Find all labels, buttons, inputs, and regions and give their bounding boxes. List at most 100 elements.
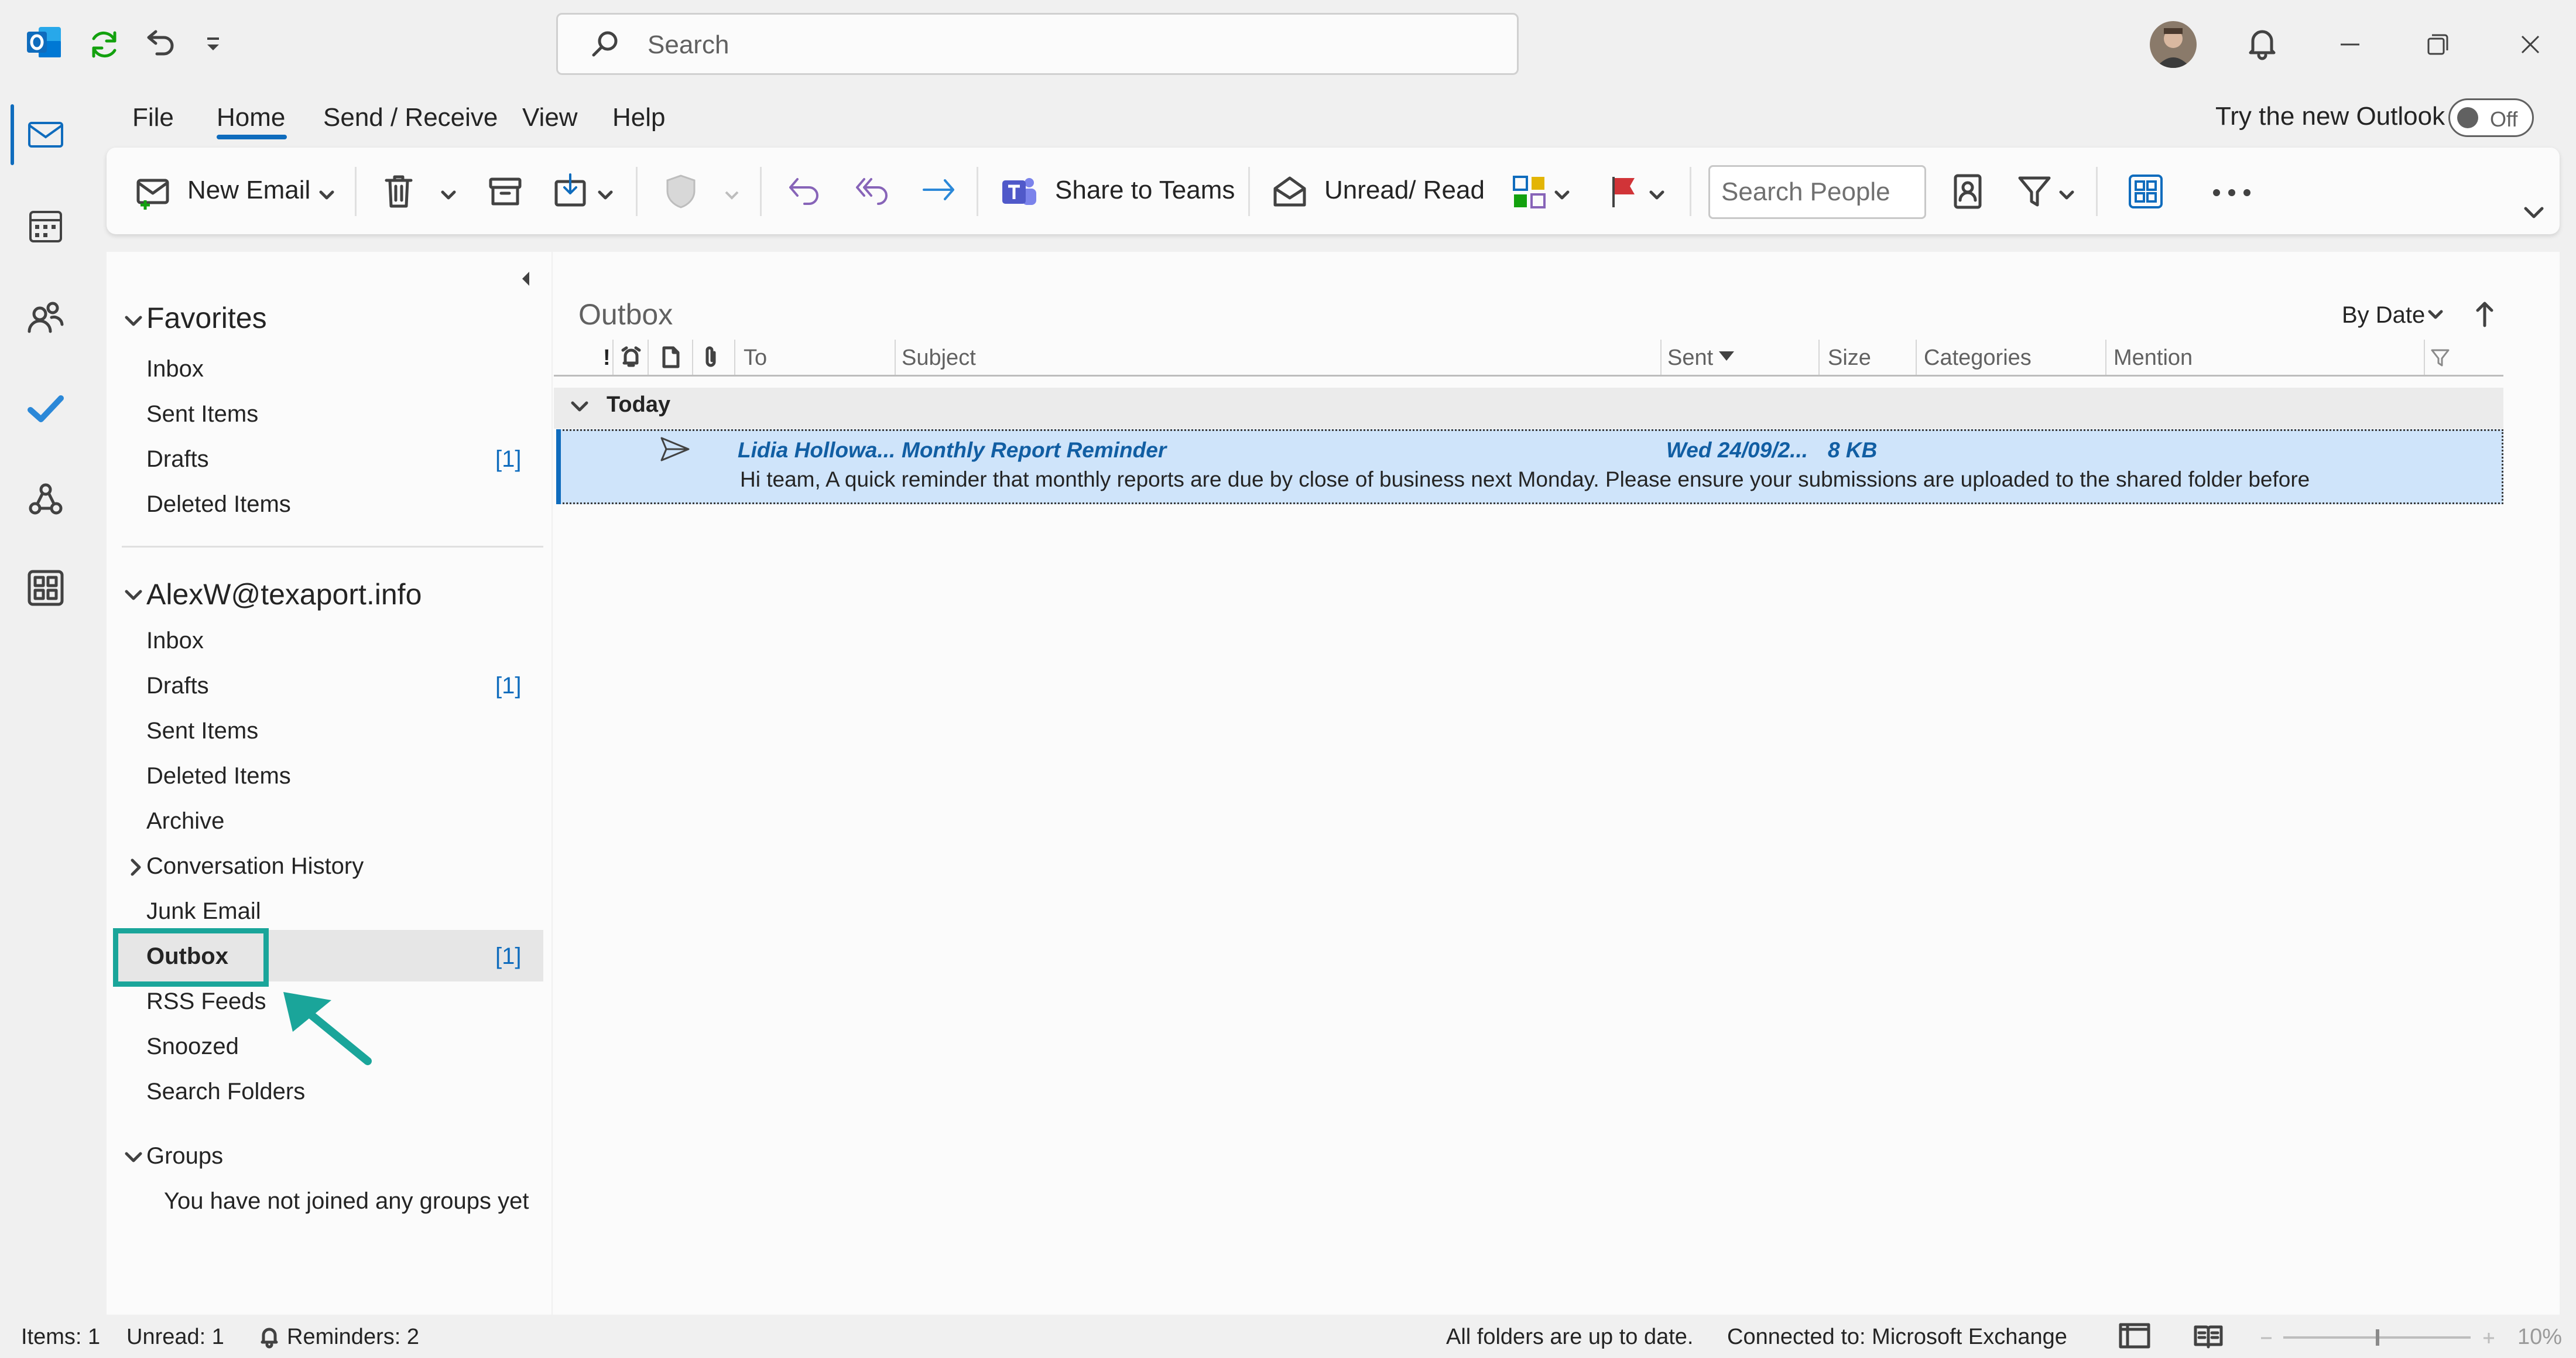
people-icon[interactable] bbox=[23, 295, 68, 340]
delete-icon[interactable] bbox=[378, 171, 419, 212]
collapse-pane-icon[interactable] bbox=[515, 267, 536, 290]
normal-view-icon[interactable] bbox=[2117, 1321, 2152, 1350]
groups-empty-text: You have not joined any groups yet bbox=[164, 1188, 529, 1214]
move-dropdown-icon[interactable] bbox=[595, 185, 616, 206]
column-mention[interactable]: Mention bbox=[2113, 346, 2193, 371]
zoom-out-icon[interactable] bbox=[2258, 1329, 2275, 1347]
zoom-slider-thumb[interactable] bbox=[2376, 1329, 2379, 1346]
column-importance[interactable]: ! bbox=[603, 346, 611, 371]
tab-send-receive[interactable]: Send / Receive bbox=[323, 103, 498, 132]
account-header[interactable]: AlexW@texaport.info bbox=[146, 577, 422, 611]
close-icon[interactable] bbox=[2516, 30, 2544, 59]
folder-conversation-history[interactable]: Conversation History bbox=[146, 853, 364, 880]
share-to-teams-button[interactable]: Share to Teams bbox=[1055, 176, 1235, 205]
toggle-label: Off bbox=[2490, 107, 2518, 131]
group-header-today[interactable] bbox=[554, 388, 2503, 429]
folder-snoozed[interactable]: Snoozed bbox=[146, 1034, 239, 1060]
ribbon-separator bbox=[636, 167, 638, 216]
undo-icon[interactable] bbox=[141, 26, 178, 63]
groups-icon[interactable] bbox=[23, 478, 68, 522]
restore-icon[interactable] bbox=[2424, 30, 2452, 59]
todo-icon[interactable] bbox=[23, 386, 68, 431]
filter-icon[interactable] bbox=[2014, 171, 2055, 212]
folder-inbox[interactable]: Inbox bbox=[146, 628, 204, 654]
reminder-bell-icon[interactable] bbox=[256, 1323, 282, 1349]
column-to[interactable]: To bbox=[744, 346, 767, 371]
groups-chevron-icon[interactable] bbox=[122, 1145, 145, 1169]
flag-dropdown-icon[interactable] bbox=[1646, 185, 1667, 206]
folder-archive[interactable]: Archive bbox=[146, 808, 224, 834]
reply-all-icon[interactable] bbox=[850, 171, 891, 212]
delete-dropdown-icon[interactable] bbox=[438, 185, 459, 206]
teams-icon bbox=[999, 171, 1040, 212]
favorite-drafts-count: [1] bbox=[495, 446, 522, 472]
sort-by-date[interactable]: By Date bbox=[2342, 302, 2425, 329]
item-type-column-icon[interactable] bbox=[658, 344, 684, 370]
flag-icon[interactable] bbox=[1605, 173, 1643, 211]
favorite-deleted-items[interactable]: Deleted Items bbox=[146, 491, 291, 518]
address-book-icon[interactable] bbox=[1947, 171, 1988, 212]
expand-chevron-icon[interactable] bbox=[125, 856, 145, 879]
sort-dropdown-icon[interactable] bbox=[2425, 305, 2446, 326]
favorite-inbox[interactable]: Inbox bbox=[146, 356, 204, 382]
column-separator bbox=[648, 340, 649, 375]
categorize-dropdown-icon[interactable] bbox=[1551, 185, 1573, 206]
favorite-sent-items[interactable]: Sent Items bbox=[146, 401, 258, 427]
search-label: Search bbox=[648, 30, 729, 59]
column-size[interactable]: Size bbox=[1828, 346, 1871, 371]
tab-file[interactable]: File bbox=[132, 103, 174, 132]
mail-icon[interactable] bbox=[23, 112, 68, 157]
favorite-drafts[interactable]: Drafts bbox=[146, 446, 209, 473]
group-collapse-icon[interactable] bbox=[568, 395, 591, 418]
folder-drafts[interactable]: Drafts bbox=[146, 673, 209, 699]
tab-home[interactable]: Home bbox=[217, 103, 285, 132]
status-reminders[interactable]: Reminders: 2 bbox=[287, 1325, 419, 1350]
favorites-header[interactable]: Favorites bbox=[146, 301, 267, 335]
sync-icon[interactable] bbox=[85, 26, 123, 63]
column-separator bbox=[1818, 340, 1820, 375]
tab-view[interactable]: View bbox=[522, 103, 578, 132]
new-email-button[interactable]: New Email bbox=[187, 176, 310, 205]
forward-icon[interactable] bbox=[918, 171, 959, 212]
ribbon-expand-icon[interactable] bbox=[2521, 200, 2547, 226]
quick-access-dropdown-icon[interactable] bbox=[201, 34, 225, 57]
reminder-column-icon[interactable] bbox=[618, 344, 644, 370]
favorites-chevron-icon[interactable] bbox=[122, 309, 145, 333]
new-email-dropdown-icon[interactable] bbox=[316, 185, 337, 206]
new-outlook-toggle[interactable]: Off bbox=[2448, 98, 2534, 137]
folder-junk-email[interactable]: Junk Email bbox=[146, 898, 261, 925]
column-sent[interactable]: Sent bbox=[1667, 346, 1713, 371]
outlook-logo-icon bbox=[26, 23, 63, 61]
list-title: Outbox bbox=[578, 298, 673, 331]
categorize-icon[interactable] bbox=[1510, 173, 1548, 211]
apps-icon[interactable] bbox=[23, 566, 68, 610]
sort-direction-icon[interactable] bbox=[2472, 299, 2498, 329]
column-separator bbox=[734, 340, 735, 375]
calendar-icon[interactable] bbox=[23, 204, 68, 248]
column-subject[interactable]: Subject bbox=[902, 346, 976, 371]
move-icon[interactable] bbox=[550, 171, 591, 212]
account-chevron-icon[interactable] bbox=[122, 583, 145, 607]
reply-icon[interactable] bbox=[783, 171, 824, 212]
annotation-arrow-icon bbox=[280, 990, 379, 1072]
archive-icon[interactable] bbox=[485, 171, 526, 212]
reading-view-icon[interactable] bbox=[2191, 1321, 2226, 1350]
groups-header[interactable]: Groups bbox=[146, 1143, 223, 1169]
folder-deleted-items[interactable]: Deleted Items bbox=[146, 763, 291, 789]
bell-icon[interactable] bbox=[2243, 25, 2281, 62]
minimize-icon[interactable] bbox=[2336, 30, 2364, 59]
more-options-icon[interactable] bbox=[2208, 178, 2255, 207]
column-categories[interactable]: Categories bbox=[1924, 346, 2032, 371]
filter-dropdown-icon[interactable] bbox=[2056, 185, 2077, 206]
folder-sent-items[interactable]: Sent Items bbox=[146, 718, 258, 744]
zoom-in-icon[interactable] bbox=[2480, 1329, 2498, 1347]
avatar[interactable] bbox=[2150, 21, 2197, 68]
column-filter-icon[interactable] bbox=[2428, 346, 2452, 369]
view-settings-icon[interactable] bbox=[2125, 171, 2166, 212]
tab-help[interactable]: Help bbox=[612, 103, 666, 132]
folder-rss-feeds[interactable]: RSS Feeds bbox=[146, 988, 266, 1015]
zoom-level[interactable]: 10% bbox=[2517, 1325, 2562, 1350]
folder-search-folders[interactable]: Search Folders bbox=[146, 1079, 305, 1105]
attachment-column-icon[interactable] bbox=[699, 344, 722, 370]
unread-read-button[interactable]: Unread/ Read bbox=[1324, 176, 1485, 205]
